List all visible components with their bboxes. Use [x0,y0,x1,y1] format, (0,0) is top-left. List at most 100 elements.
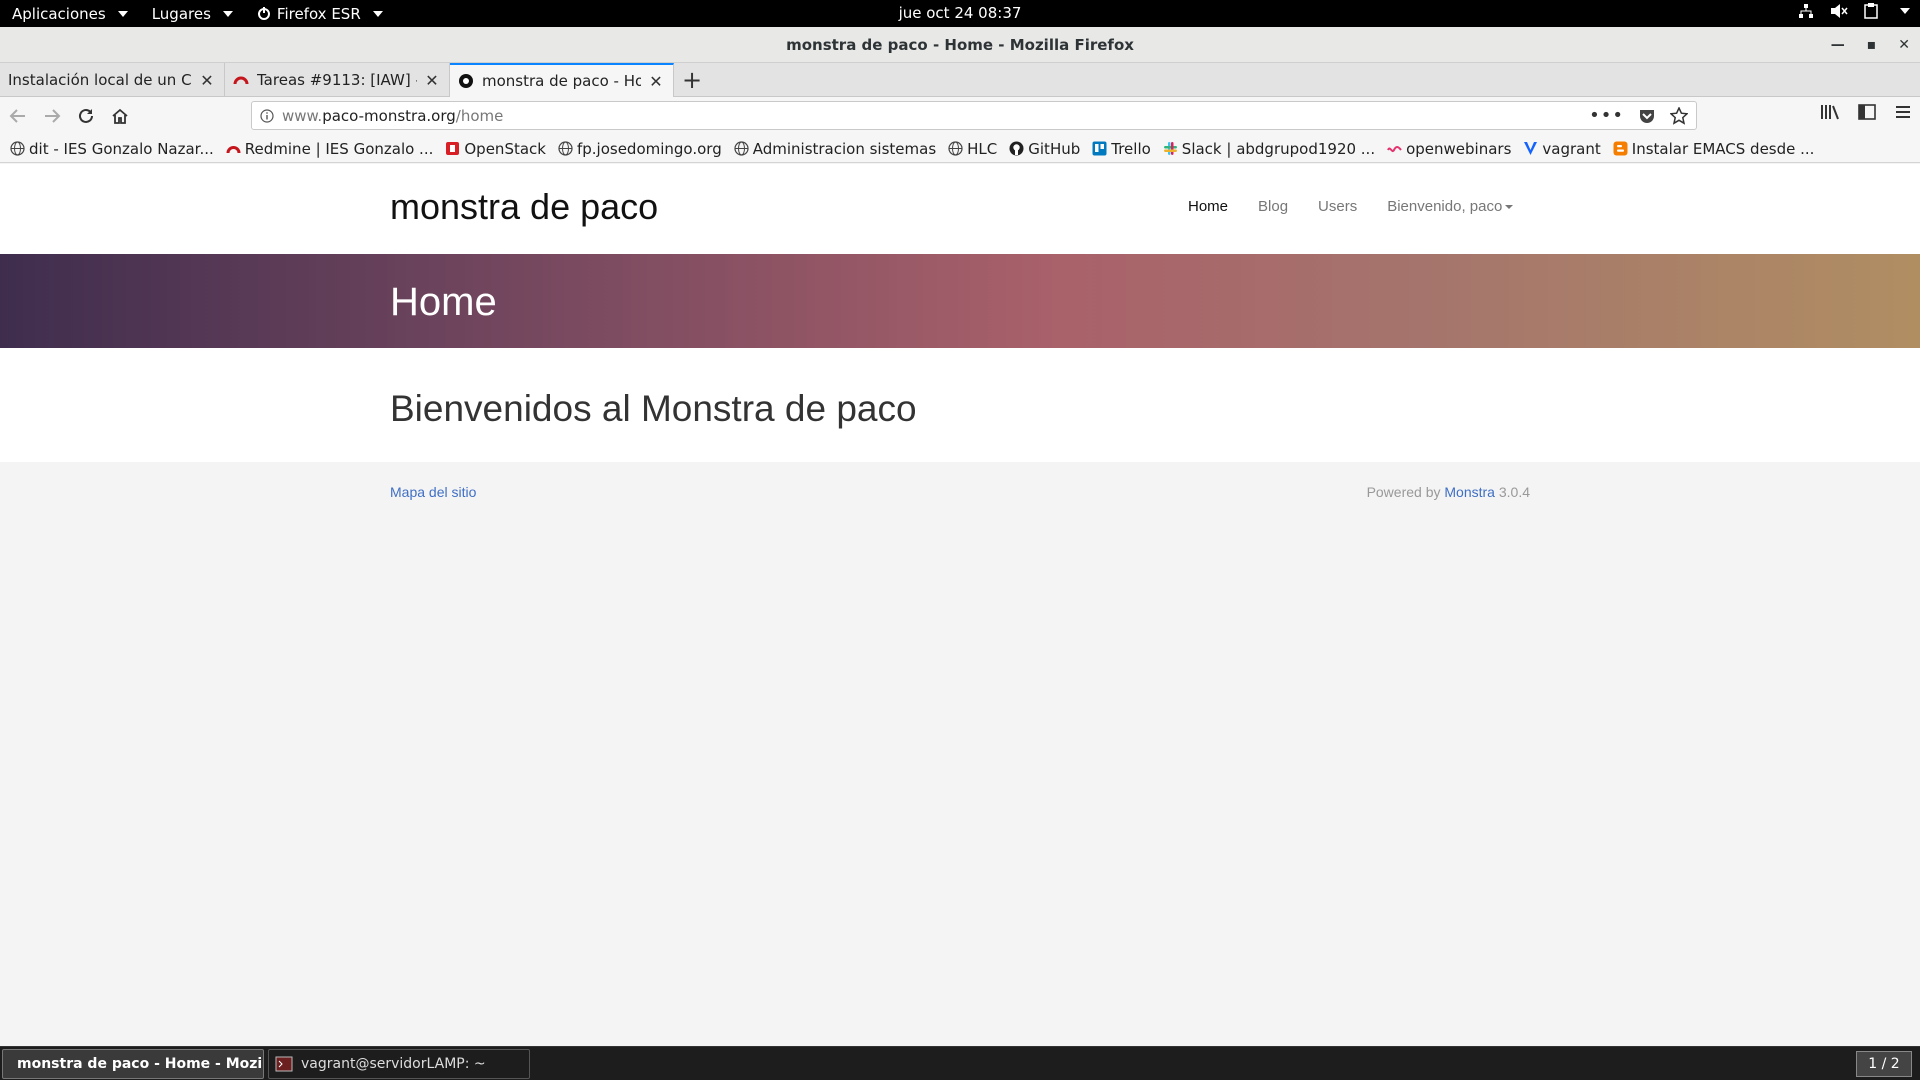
bookmark-item[interactable]: openwebinars [1387,140,1511,158]
chevron-down-icon [1900,8,1910,14]
tab-strip: Instalación local de un CMS P ✕ Tareas #… [0,63,1920,97]
site-info-icon[interactable] [252,108,282,123]
blogger-icon [1613,141,1628,156]
window-title: monstra de paco - Home - Mozilla Firefox [786,35,1134,54]
close-window-button[interactable]: ✕ [1898,37,1910,53]
slack-icon [1163,141,1178,156]
bookmark-item[interactable]: Slack | abdgrupod1920 ... [1163,140,1375,158]
reload-button[interactable] [70,100,102,132]
version-text: 3.0.4 [1498,484,1530,500]
bookmark-label: Administracion sistemas [752,139,937,158]
places-menu[interactable]: Lugares [140,0,245,27]
minimize-button[interactable]: — [1831,37,1845,53]
workspace-indicator[interactable]: 1 / 2 [1856,1051,1912,1077]
bookmark-label: Redmine | IES Gonzalo ... [244,139,434,158]
globe-icon [948,141,963,156]
nav-users-link[interactable]: Users [1318,198,1357,215]
user-dropdown[interactable]: Bienvenido, paco [1387,198,1514,215]
window-controls: — ▪ ✕ [1831,27,1910,63]
bookmark-item[interactable]: OpenStack [445,140,546,158]
bookmark-item[interactable]: Administracion sistemas [734,140,936,158]
close-icon[interactable]: ✕ [198,71,216,90]
power-icon [257,6,270,20]
page-actions-icon[interactable]: ••• [1589,105,1624,126]
globe-icon [734,141,749,156]
nav-home-link[interactable]: Home [1188,198,1228,215]
applications-menu[interactable]: Aplicaciones [0,0,140,27]
applications-label: Aplicaciones [12,4,106,23]
taskbar-item-terminal[interactable]: vagrant@servidorLAMP: ~ [268,1048,530,1079]
taskbar-item-firefox[interactable]: monstra de paco - Home - Mozilla ... [2,1048,264,1079]
bookmark-item[interactable]: HLC [948,140,997,158]
github-icon [1009,141,1024,156]
bookmark-item[interactable]: GitHub [1009,140,1080,158]
openwebinars-icon [1387,141,1402,156]
network-icon [1799,4,1813,18]
bookmark-label: openwebinars [1406,139,1512,158]
reload-icon [79,108,93,123]
url-prefix: www. [282,106,323,125]
powered-by-text: Powered by Monstra 3.0.4 [1367,484,1530,500]
page-title: Home [390,280,497,324]
url-bar[interactable]: www. paco-monstra.org/home ••• [251,101,1697,130]
close-icon[interactable]: ✕ [423,71,441,90]
bookmark-label: HLC [967,139,998,158]
clock[interactable]: jue oct 24 08:37 [899,4,1022,22]
arrow-right-icon [45,109,61,123]
url-actions: ••• [1589,105,1688,126]
web-page: monstra de paco Home Blog Users Bienveni… [0,164,1920,1046]
bookmark-item[interactable]: Trello [1092,140,1151,158]
monstra-favicon-icon [459,74,473,88]
bookmark-label: GitHub [1028,139,1081,158]
welcome-heading: Bienvenidos al Monstra de paco [390,388,917,429]
user-dropdown-label: Bienvenido, paco [1387,198,1503,215]
tab-monstra-home[interactable]: monstra de paco - Home ✕ [450,63,674,97]
pocket-icon[interactable] [1638,107,1656,125]
hamburger-menu-icon[interactable] [1894,103,1912,121]
terminal-icon [275,1056,293,1071]
sitemap-link[interactable]: Mapa del sitio [390,484,476,500]
home-icon [112,108,128,124]
library-icon[interactable] [1820,103,1840,121]
gnome-top-bar: Aplicaciones Lugares Firefox ESR jue oct… [0,0,1920,27]
window-titlebar[interactable]: monstra de paco - Home - Mozilla Firefox… [0,27,1920,63]
bookmark-label: fp.josedomingo.org [576,139,722,158]
bookmark-item[interactable]: Instalar EMACS desde ... [1613,140,1814,158]
close-icon[interactable]: ✕ [647,72,665,91]
home-button[interactable] [104,100,136,132]
monstra-link[interactable]: Monstra [1444,484,1495,500]
tab-label: Tareas #9113: [IAW] - P2 [257,71,417,89]
nav-blog-link[interactable]: Blog [1258,198,1288,215]
tab-cms-install[interactable]: Instalación local de un CMS P ✕ [0,63,225,97]
forward-button[interactable] [36,100,68,132]
star-bookmark-icon[interactable] [1670,106,1688,125]
globe-icon [10,141,25,156]
clipboard-icon [1864,3,1878,19]
bookmark-item[interactable]: vagrant [1523,139,1601,158]
tab-label: Instalación local de un CMS P [8,71,192,89]
site-brand[interactable]: monstra de paco [390,186,658,228]
trello-icon [1092,141,1107,156]
new-tab-button[interactable]: + [674,63,710,97]
sidebar-icon[interactable] [1858,103,1876,121]
system-tray[interactable] [1798,3,1910,19]
bookmark-item[interactable]: fp.josedomingo.org [558,140,722,158]
bookmark-item[interactable]: dit - IES Gonzalo Nazar... [10,140,214,158]
taskbar: monstra de paco - Home - Mozilla ... vag… [0,1046,1920,1080]
back-button[interactable] [2,100,34,132]
url-host: paco-monstra.org [322,106,456,125]
tab-label: monstra de paco - Home [482,72,641,90]
bookmark-label: Trello [1111,139,1151,158]
browser-app-menu[interactable]: Firefox ESR [245,0,395,27]
bookmarks-toolbar: dit - IES Gonzalo Nazar... Redmine | IES… [0,135,1920,163]
tab-redmine[interactable]: Tareas #9113: [IAW] - P2 ✕ [225,63,450,97]
plus-icon: + [681,66,703,94]
url-path: /home [455,106,504,125]
bookmark-item[interactable]: Redmine | IES Gonzalo ... [226,139,434,158]
bookmark-label: Slack | abdgrupod1920 ... [1181,139,1376,158]
vagrant-icon [1523,141,1538,156]
bookmark-label: OpenStack [464,139,546,158]
site-footer: Mapa del sitio Powered by Monstra 3.0.4 [0,462,1920,522]
bookmark-label: vagrant [1542,139,1601,158]
maximize-button[interactable]: ▪ [1867,37,1877,53]
